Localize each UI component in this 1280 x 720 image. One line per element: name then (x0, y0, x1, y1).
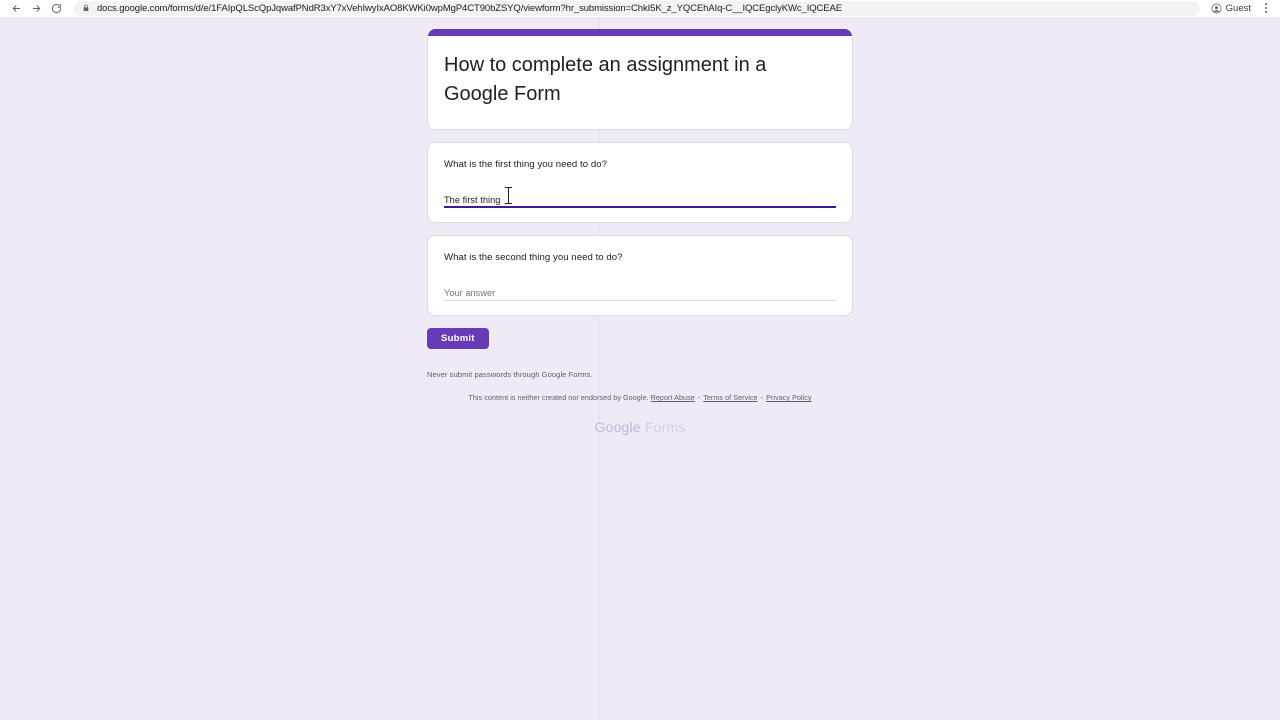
google-wordmark: Google (594, 419, 641, 435)
forward-arrow-icon (31, 3, 42, 14)
form-container: How to complete an assignment in a Googl… (427, 17, 853, 435)
form-page: How to complete an assignment in a Googl… (0, 17, 1280, 720)
question-2-answer-row[interactable]: Your answer (444, 283, 836, 301)
question-2-label: What is the second thing you need to do? (444, 252, 623, 263)
three-dot-menu-icon[interactable] (1258, 0, 1274, 16)
question-card-2: What is the second thing you need to do?… (427, 235, 853, 316)
form-header-card: How to complete an assignment in a Googl… (427, 29, 853, 130)
privacy-policy-link[interactable]: Privacy Policy (766, 393, 811, 402)
question-2-underline (444, 300, 836, 301)
menu-dot (1265, 3, 1267, 5)
browser-toolbar: docs.google.com/forms/d/e/1FAIpQLScQpJqw… (0, 0, 1280, 17)
url-text: docs.google.com/forms/d/e/1FAIpQLScQpJqw… (97, 2, 843, 14)
submit-row: Submit Never submit passwords through Go… (427, 328, 853, 379)
reload-icon (51, 3, 62, 14)
menu-dot (1265, 7, 1267, 9)
question-card-1: What is the first thing you need to do? … (427, 142, 853, 223)
form-header-body: How to complete an assignment in a Googl… (428, 36, 852, 129)
question-1-label: What is the first thing you need to do? (444, 159, 608, 170)
reload-button[interactable] (46, 0, 66, 16)
text-cursor-icon (505, 187, 512, 204)
google-disclaimer: This content is neither created nor endo… (427, 393, 853, 402)
profile-button[interactable]: Guest (1206, 1, 1256, 16)
question-1-answer-row[interactable]: The first thing (444, 187, 836, 208)
question-2-answer-placeholder: Your answer (444, 288, 496, 298)
back-arrow-icon (11, 3, 22, 14)
question-1-answer-value: The first thing (444, 195, 501, 205)
profile-label: Guest (1225, 2, 1251, 14)
form-accent-stripe (428, 29, 852, 36)
menu-dot (1265, 11, 1267, 13)
disclaimer-text: This content is neither created nor endo… (468, 393, 649, 402)
terms-of-service-link[interactable]: Terms of Service (703, 393, 757, 402)
forward-button[interactable] (26, 0, 46, 16)
page-title: How to complete an assignment in a Googl… (444, 54, 767, 105)
account-avatar-icon (1211, 3, 1222, 14)
submit-button[interactable]: Submit (427, 328, 489, 349)
back-button[interactable] (6, 0, 26, 16)
disclaimer-separator: - (697, 393, 701, 402)
disclaimer-separator: - (760, 393, 764, 402)
address-bar[interactable]: docs.google.com/forms/d/e/1FAIpQLScQpJqw… (74, 0, 1200, 16)
forms-wordmark: Forms (644, 419, 686, 435)
question-1-underline (444, 206, 836, 208)
google-forms-logo: Google Forms (427, 419, 853, 435)
lock-icon (82, 4, 90, 12)
passwords-warning: Never submit passwords through Google Fo… (427, 370, 593, 379)
report-abuse-link[interactable]: Report Abuse (651, 393, 695, 402)
